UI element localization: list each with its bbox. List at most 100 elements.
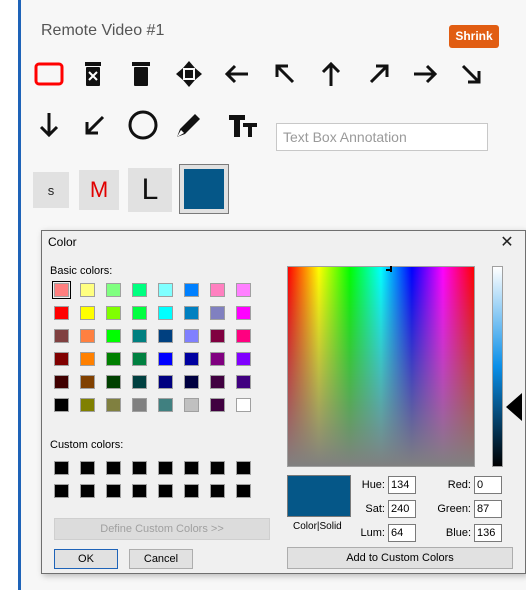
cancel-button[interactable]: Cancel [129,549,193,569]
pen-tool[interactable] [171,107,207,143]
size-medium-button[interactable]: M [79,170,119,210]
basic-color-swatch[interactable] [54,375,69,389]
basic-color-swatch[interactable] [158,329,173,343]
basic-color-swatch[interactable] [132,352,147,366]
basic-color-swatch[interactable] [158,306,173,320]
custom-color-swatch[interactable] [54,461,69,475]
basic-color-swatch[interactable] [236,283,251,297]
basic-color-swatch[interactable] [80,375,95,389]
custom-color-swatch[interactable] [80,484,95,498]
move-tool[interactable] [171,56,207,92]
custom-color-swatch[interactable] [106,484,121,498]
circle-tool[interactable] [125,107,161,143]
basic-color-swatch[interactable] [80,306,95,320]
text-tool[interactable] [225,107,261,143]
luminance-slider[interactable] [492,266,503,467]
arrow-left-tool[interactable] [219,56,255,92]
basic-color-swatch[interactable] [184,283,199,297]
basic-color-swatch[interactable] [236,375,251,389]
basic-color-swatch[interactable] [106,329,121,343]
delete-all-tool[interactable] [123,56,159,92]
custom-color-swatch[interactable] [184,484,199,498]
basic-color-swatch[interactable] [236,352,251,366]
custom-color-swatch[interactable] [184,461,199,475]
rectangle-tool[interactable] [31,56,67,92]
color-picker-button[interactable] [179,164,229,214]
basic-color-swatch[interactable] [106,398,121,412]
custom-color-swatch[interactable] [132,484,147,498]
basic-color-swatch[interactable] [80,398,95,412]
dialog-close-button[interactable]: ✕ [492,231,522,255]
custom-color-swatch[interactable] [132,461,147,475]
custom-color-swatch[interactable] [210,461,225,475]
basic-color-swatch[interactable] [54,352,69,366]
basic-color-swatch[interactable] [158,352,173,366]
basic-color-swatch[interactable] [80,352,95,366]
basic-color-swatch[interactable] [184,352,199,366]
delete-selected-tool[interactable] [75,56,111,92]
custom-color-swatch[interactable] [158,461,173,475]
shrink-button[interactable]: Shrink [449,25,499,48]
basic-color-swatch[interactable] [106,283,121,297]
basic-color-swatch[interactable] [158,398,173,412]
basic-color-swatch[interactable] [106,352,121,366]
basic-color-swatch[interactable] [184,306,199,320]
basic-color-swatch[interactable] [106,306,121,320]
arrow-down-right-tool[interactable] [453,56,489,92]
basic-color-swatch[interactable] [236,306,251,320]
basic-color-swatch[interactable] [210,398,225,412]
basic-color-swatch[interactable] [210,375,225,389]
ok-button[interactable]: OK [54,549,118,569]
basic-color-swatch[interactable] [80,329,95,343]
green-field[interactable] [474,500,502,518]
basic-color-swatch[interactable] [158,375,173,389]
basic-color-swatch[interactable] [158,283,173,297]
size-small-button[interactable]: s [33,172,69,208]
basic-color-swatch[interactable] [236,329,251,343]
basic-color-swatch[interactable] [52,281,71,299]
basic-color-swatch[interactable] [210,329,225,343]
basic-color-swatch[interactable] [54,306,69,320]
custom-color-swatch[interactable] [236,461,251,475]
arrow-up-left-tool[interactable] [267,56,303,92]
custom-color-swatch[interactable] [210,484,225,498]
basic-color-swatch[interactable] [54,329,69,343]
color-spectrum[interactable] [287,266,475,467]
basic-color-swatch[interactable] [132,375,147,389]
custom-color-swatch[interactable] [158,484,173,498]
arrow-up-right-tool[interactable] [361,56,397,92]
blue-field[interactable] [474,524,502,542]
arrow-down-left-tool[interactable] [77,107,113,143]
red-field[interactable] [474,476,502,494]
basic-color-swatch[interactable] [184,398,199,412]
basic-color-swatch[interactable] [184,375,199,389]
lum-field[interactable] [388,524,416,542]
add-to-custom-colors-button[interactable]: Add to Custom Colors [287,547,513,569]
arrow-right-tool[interactable] [407,56,443,92]
basic-color-swatch[interactable] [184,329,199,343]
basic-color-swatch[interactable] [210,306,225,320]
pen-icon [177,114,200,137]
basic-color-swatch[interactable] [132,398,147,412]
arrow-up-tool[interactable] [313,56,349,92]
arrow-down-tool[interactable] [31,107,67,143]
basic-color-swatch[interactable] [210,352,225,366]
basic-color-swatch[interactable] [106,375,121,389]
basic-color-swatch[interactable] [236,398,251,412]
basic-color-swatch[interactable] [132,306,147,320]
text-box-annotation-input[interactable] [276,123,488,151]
luminance-arrow-icon[interactable] [506,393,522,421]
basic-color-swatch[interactable] [132,329,147,343]
size-large-button[interactable]: L [128,168,172,212]
custom-color-swatch[interactable] [80,461,95,475]
arrow-up-right-icon [369,64,389,84]
custom-color-swatch[interactable] [236,484,251,498]
custom-color-swatch[interactable] [54,484,69,498]
custom-color-swatch[interactable] [106,461,121,475]
hue-field[interactable] [388,476,416,494]
basic-color-swatch[interactable] [54,398,69,412]
sat-field[interactable] [388,500,416,518]
basic-color-swatch[interactable] [80,283,95,297]
basic-color-swatch[interactable] [132,283,147,297]
basic-color-swatch[interactable] [210,283,225,297]
